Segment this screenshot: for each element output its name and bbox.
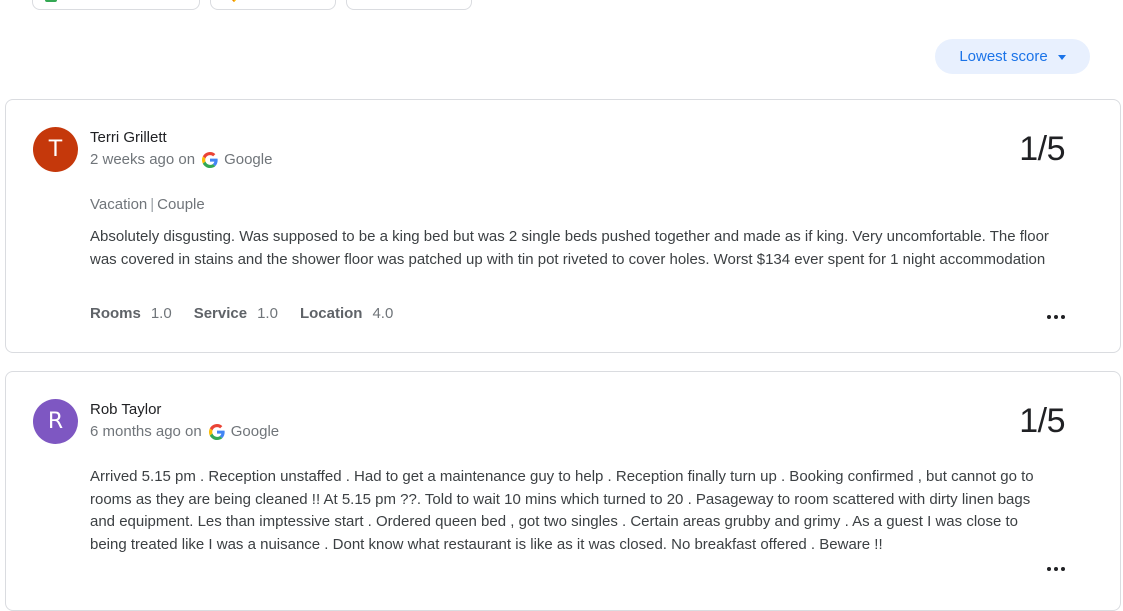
google-icon <box>202 151 218 168</box>
review-source: Google <box>230 423 280 440</box>
review-meta: 6 months ago on Google <box>90 423 279 440</box>
trip-type: Vacation <box>90 196 148 213</box>
review-text: Absolutely disgusting. Was supposed to b… <box>90 228 1049 268</box>
rating-rooms: Rooms 1.0 <box>90 305 172 322</box>
source-icon <box>45 0 57 2</box>
rating-service: Service 1.0 <box>194 305 278 322</box>
reviewer-name[interactable]: Terri Grillett <box>90 129 167 146</box>
avatar-letter: R <box>47 409 64 434</box>
avatar-letter: T <box>48 137 63 162</box>
review-score: 1/5 <box>1019 402 1065 440</box>
rating-label: Location <box>299 305 363 322</box>
review-text: Arrived 5.15 pm . Reception unstaffed . … <box>90 468 1034 553</box>
review-score: 1/5 <box>1019 130 1065 168</box>
avatar[interactable]: R <box>33 399 78 444</box>
more-icon <box>1047 315 1065 319</box>
filter-chip[interactable] <box>32 0 200 10</box>
source-icon <box>226 0 242 3</box>
avatar[interactable]: T <box>33 127 78 172</box>
google-icon <box>208 423 225 440</box>
rating-value: 1.0 <box>257 305 278 322</box>
review-card: R Rob Taylor 6 months ago on Google 1/5 … <box>5 371 1121 611</box>
caret-down-icon <box>1057 55 1066 60</box>
review-card: T Terri Grillett 2 weeks ago on Google 1… <box>5 99 1121 353</box>
filter-chip[interactable] <box>210 0 336 10</box>
sub-ratings: Rooms 1.0 Service 1.0 Location 4.0 <box>90 305 415 322</box>
review-meta: 2 weeks ago on Google <box>90 151 272 168</box>
rating-label: Service <box>193 305 248 322</box>
rating-value: 1.0 <box>150 305 172 322</box>
rating-label: Rooms <box>90 305 141 322</box>
trip-companions: Couple <box>157 196 205 213</box>
filter-chips <box>32 0 472 10</box>
trip-separator: | <box>150 196 155 213</box>
trip-info: Vacation | Couple <box>90 196 205 213</box>
rating-location: Location 4.0 <box>300 305 393 322</box>
more-icon <box>1047 567 1065 571</box>
filter-chip[interactable] <box>346 0 472 10</box>
more-options-button[interactable] <box>1047 567 1065 571</box>
rating-value: 4.0 <box>372 305 394 322</box>
review-source: Google <box>224 151 273 168</box>
review-date: 2 weeks ago on <box>90 151 196 168</box>
review-date: 6 months ago on <box>90 423 202 440</box>
sort-dropdown-button[interactable]: Lowest score <box>935 39 1090 74</box>
more-options-button[interactable] <box>1047 315 1065 319</box>
reviewer-name[interactable]: Rob Taylor <box>90 401 161 418</box>
sort-label: Lowest score <box>959 48 1048 65</box>
